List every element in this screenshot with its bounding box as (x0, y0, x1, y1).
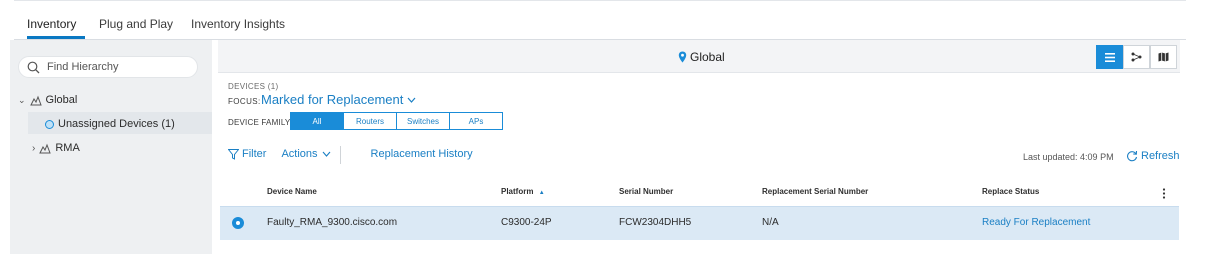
tree-item-label: Global (45, 94, 78, 106)
column-header-platform[interactable]: Platform ▲ (501, 187, 545, 196)
focus-label: FOCUS: (228, 97, 261, 106)
tree-item-rma[interactable]: › RMA (32, 142, 80, 154)
cell-platform: C9300-24P (501, 217, 552, 228)
cell-serial-number: FCW2304DHH5 (619, 217, 692, 228)
focus-dropdown[interactable]: Marked for Replacement (261, 92, 416, 107)
device-family-label: DEVICE FAMILY (228, 118, 291, 127)
list-icon (1104, 52, 1115, 62)
topology-icon (1131, 52, 1142, 62)
tab-plug-and-play[interactable]: Plug and Play (99, 17, 173, 31)
top-tab-bar: Inventory Plug and Play Inventory Insigh… (14, 0, 1186, 40)
cell-device-name: Faulty_RMA_9300.cisco.com (267, 217, 398, 228)
toolbar-divider (340, 146, 341, 164)
sort-ascending-icon: ▲ (538, 190, 545, 196)
device-list-panel: Global DEVICES (1) FOCUS: Marked for Rep… (218, 40, 1180, 254)
cell-replace-status-link[interactable]: Ready For Replacement (982, 217, 1090, 228)
hierarchy-panel: Find Hierarchy ⌄ Global Unassigned Devic… (10, 40, 212, 254)
location-label: Global (690, 50, 725, 64)
tab-inventory[interactable]: Inventory (27, 17, 76, 31)
location-pin-icon (678, 51, 687, 63)
family-switches-button[interactable]: Switches (396, 112, 450, 130)
row-select-radio[interactable] (232, 217, 244, 229)
hierarchy-search-input[interactable]: Find Hierarchy (18, 56, 198, 78)
device-count: DEVICES (1) (228, 82, 279, 91)
family-routers-button[interactable]: Routers (343, 112, 397, 130)
column-header-replace-status[interactable]: Replace Status (982, 187, 1039, 196)
list-view-button[interactable] (1096, 45, 1123, 69)
location-indicator: Global (678, 50, 725, 64)
refresh-label: Refresh (1141, 150, 1180, 162)
tree-item-global[interactable]: ⌄ Global (18, 94, 77, 106)
view-mode-switcher (1096, 45, 1177, 69)
column-options-icon[interactable] (1162, 186, 1166, 204)
device-family-filter: All Routers Switches APs (290, 112, 503, 130)
column-header-replacement-serial[interactable]: Replacement Serial Number (762, 187, 868, 196)
last-updated-text: Last updated: 4:09 PM (1023, 152, 1114, 162)
column-header-device-name[interactable]: Device Name (267, 187, 317, 196)
replacement-history-link[interactable]: Replacement History (371, 148, 473, 160)
tree-item-unassigned-devices[interactable]: Unassigned Devices (1) (45, 118, 175, 130)
filter-icon (228, 148, 239, 160)
column-header-serial-number[interactable]: Serial Number (619, 187, 673, 196)
topology-view-button[interactable] (1123, 45, 1150, 69)
family-aps-button[interactable]: APs (449, 112, 503, 130)
refresh-icon (1127, 150, 1138, 162)
tab-inventory-insights[interactable]: Inventory Insights (191, 17, 285, 31)
focus-value: Marked for Replacement (261, 92, 404, 107)
table-toolbar: Filter Actions Replacement History (228, 148, 473, 160)
column-header-label: Platform (501, 187, 534, 196)
refresh-button[interactable]: Refresh (1126, 150, 1180, 162)
site-icon (29, 95, 42, 105)
chevron-down-icon[interactable]: ⌄ (18, 95, 26, 106)
tree-item-label: Unassigned Devices (1) (58, 118, 175, 130)
actions-label: Actions (281, 148, 318, 160)
family-all-button[interactable]: All (290, 112, 344, 130)
tree-item-label: RMA (55, 142, 80, 154)
location-bar: Global (218, 40, 1180, 73)
search-placeholder: Find Hierarchy (47, 61, 119, 73)
search-icon (27, 61, 40, 74)
filter-button[interactable]: Filter (228, 148, 266, 160)
map-view-button[interactable] (1150, 45, 1177, 69)
actions-menu[interactable]: Actions (281, 148, 330, 160)
chevron-down-icon (407, 97, 416, 103)
status-dot-icon (45, 119, 54, 129)
chevron-down-icon (322, 151, 330, 157)
chevron-right-icon[interactable]: › (32, 143, 35, 154)
cell-replacement-serial: N/A (762, 217, 779, 228)
active-tab-indicator (27, 36, 85, 39)
filter-label: Filter (242, 148, 267, 160)
site-icon (39, 143, 52, 153)
map-icon (1158, 52, 1169, 62)
